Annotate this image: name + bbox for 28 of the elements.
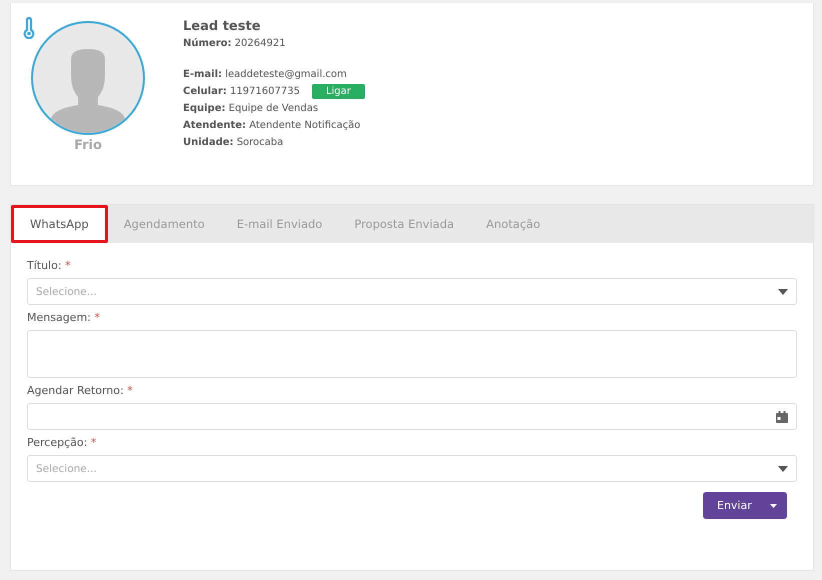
tab[interactable]: Anotação (470, 205, 556, 243)
thermometer-icon (22, 17, 36, 39)
lead-detail: E-mail: leaddeteste@gmail.com (183, 68, 347, 82)
date-field[interactable] (27, 403, 797, 430)
lead-detail: Atendente: Atendente Notificação (183, 119, 360, 133)
field-label: Título: * (27, 259, 72, 272)
field-label: Mensagem: * (27, 311, 101, 324)
tab[interactable]: WhatsApp (11, 205, 108, 243)
message-field[interactable] (27, 330, 797, 378)
tab[interactable]: Agendamento (108, 205, 221, 243)
field-label: Percepção: * (27, 436, 98, 449)
caret-icon (778, 466, 788, 472)
select-field[interactable]: Selecione... (27, 278, 797, 305)
lead-detail: Número: 20264921 (183, 37, 286, 51)
caret-icon (770, 504, 777, 508)
lead-detail: Celular: 11971607735 (183, 85, 300, 99)
select-field[interactable]: Selecione... (27, 455, 797, 482)
lead-detail: Equipe: Equipe de Vendas (183, 102, 318, 116)
caret-icon (778, 288, 788, 294)
tab[interactable]: Proposta Enviada (338, 205, 470, 243)
call-button[interactable]: Ligar (312, 84, 365, 99)
tab[interactable]: E-mail Enviado (220, 205, 338, 243)
send-button[interactable]: Enviar (703, 492, 787, 519)
lead-detail: Unidade: Sorocaba (183, 136, 284, 150)
lead-name: Lead teste (183, 19, 262, 34)
field-label: Agendar Retorno: * (27, 384, 134, 397)
calendar-icon (776, 410, 788, 422)
temperature-label: Frio (74, 138, 102, 153)
